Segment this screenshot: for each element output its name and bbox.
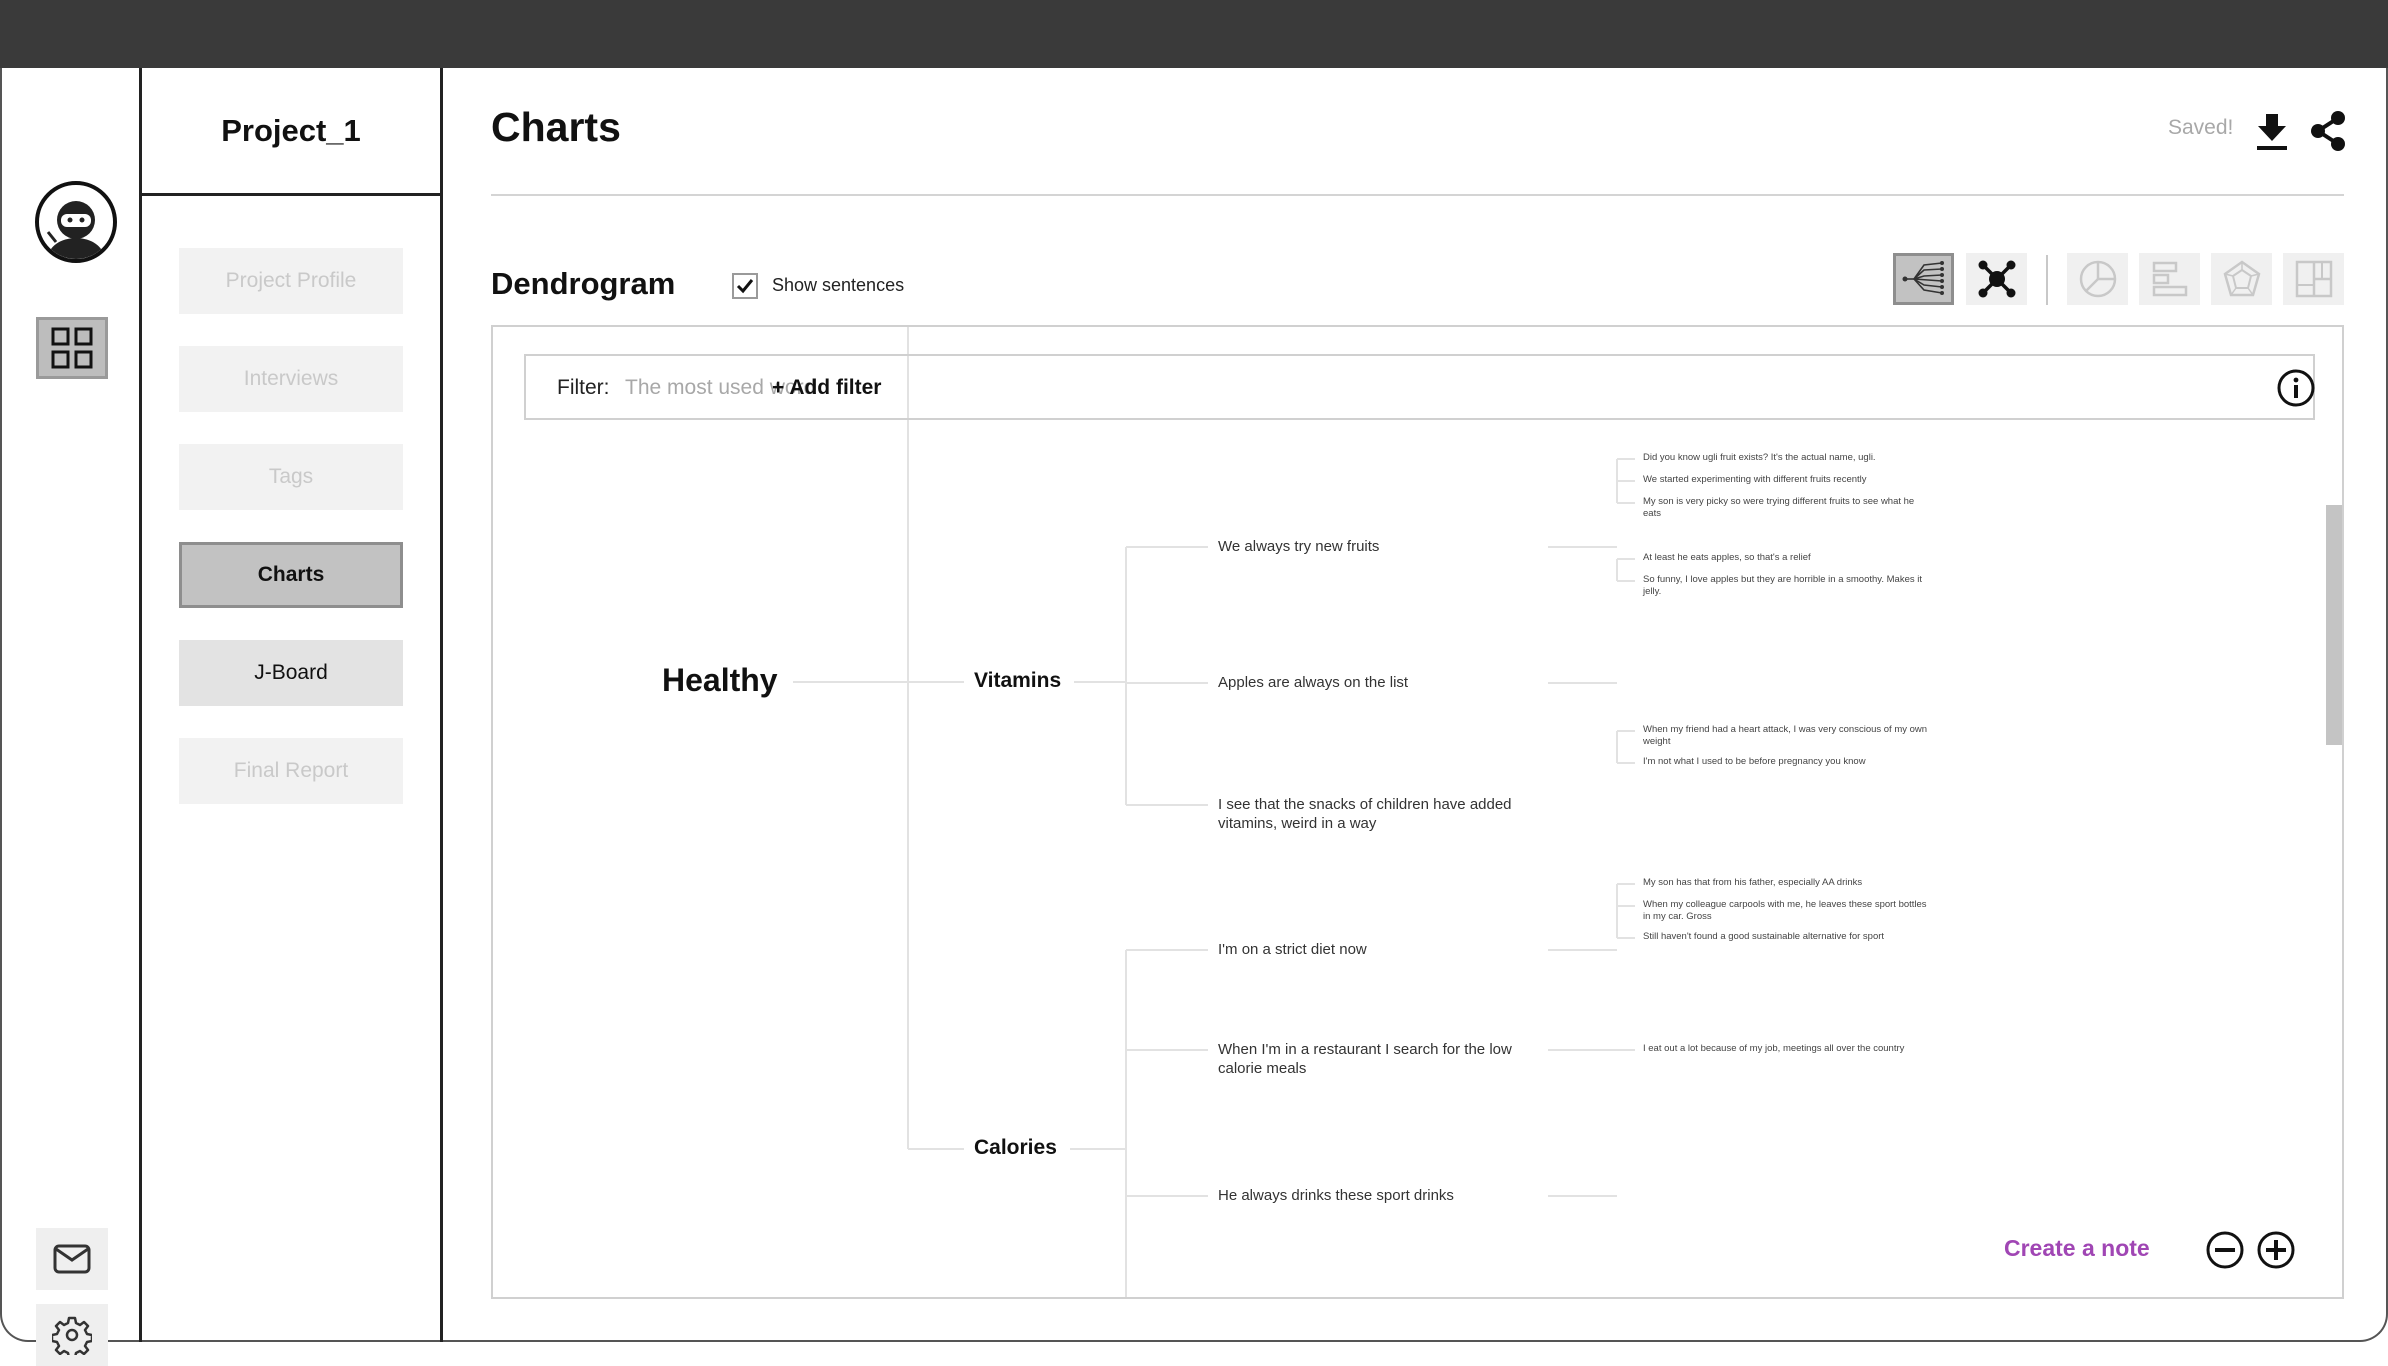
header-divider (491, 194, 2344, 196)
info-icon (2277, 369, 2315, 407)
mail-icon (53, 1244, 91, 1274)
grid-icon (51, 327, 93, 369)
dendrogram-sentence-node[interactable]: I see that the snacks of children have a… (1218, 795, 1548, 833)
dashboard-button[interactable] (36, 317, 108, 379)
pie-chart-icon (2079, 260, 2116, 298)
ninja-avatar-icon[interactable] (34, 180, 118, 264)
radar-chart-icon (2223, 260, 2260, 297)
dendrogram-category-node[interactable]: Vitamins (974, 669, 1062, 693)
nav-item-tags[interactable]: Tags (179, 444, 403, 510)
chart-type-network-button[interactable] (1966, 253, 2027, 305)
dendrogram-sentence-node[interactable]: We always try new fruits (1218, 537, 1548, 556)
gear-icon (52, 1316, 92, 1355)
dendrogram-root-node[interactable]: Healthy (662, 662, 778, 699)
nav-item-charts[interactable]: Charts (179, 542, 403, 608)
zoom-out-button[interactable] (2205, 1230, 2245, 1270)
bar-chart-icon (2152, 261, 2187, 297)
checkmark-icon (736, 279, 754, 294)
share-button[interactable] (2310, 110, 2346, 152)
zoom-in-button[interactable] (2256, 1230, 2296, 1270)
nav-item-project-profile[interactable]: Project Profile (179, 248, 403, 314)
show-sentences-label[interactable]: Show sentences (772, 275, 904, 296)
dendrogram-leaf-node[interactable]: So funny, I love apples but they are hor… (1643, 574, 1933, 598)
dendrogram-leaf-node[interactable]: My son is very picky so were trying diff… (1643, 496, 1933, 520)
save-status: Saved! (2168, 116, 2234, 139)
dendrogram-leaf-node[interactable]: Did you know ugli fruit exists? It's the… (1643, 452, 1933, 464)
project-sidebar: Project_1 Project Profile Interviews Tag… (142, 68, 443, 1342)
add-filter-button[interactable]: + Add filter (772, 376, 881, 400)
download-button[interactable] (2254, 112, 2290, 152)
filter-bar: Filter: The most used word + Add filter (524, 354, 2315, 420)
info-button[interactable] (2276, 368, 2316, 408)
dendrogram-category-node[interactable]: Calories (974, 1136, 1057, 1160)
dendrogram-leaf-node[interactable]: When my friend had a heart attack, I was… (1643, 724, 1933, 748)
chart-type-pie-button[interactable] (2067, 253, 2128, 305)
chart-type-bar-button[interactable] (2139, 253, 2200, 305)
share-icon (2311, 111, 2345, 151)
download-icon (2257, 114, 2287, 150)
dendrogram-leaf-node[interactable]: We started experimenting with different … (1643, 474, 1933, 486)
project-name: Project_1 (142, 68, 440, 196)
network-icon (1978, 260, 2015, 298)
dendrogram-leaf-node[interactable]: My son has that from his father, especia… (1643, 877, 1933, 889)
dendrogram-leaf-node[interactable]: When my colleague carpools with me, he l… (1643, 899, 1933, 923)
create-note-button[interactable]: Create a note (2004, 1235, 2150, 1262)
show-sentences-checkbox[interactable] (732, 273, 758, 299)
dendrogram-sentence-node[interactable]: When I'm in a restaurant I search for th… (1218, 1040, 1548, 1078)
dendrogram-leaf-node[interactable]: I eat out a lot because of my job, meeti… (1643, 1043, 1933, 1055)
filter-label: Filter: (557, 376, 610, 399)
dendrogram-leaf-node[interactable]: Still haven't found a good sustainable a… (1643, 931, 1933, 943)
dendrogram-leaf-node[interactable]: At least he eats apples, so that's a rel… (1643, 552, 1933, 564)
dendrogram-sentence-node[interactable]: He always drinks these sport drinks (1218, 1186, 1548, 1205)
nav-item-final-report[interactable]: Final Report (179, 738, 403, 804)
chart-type-radar-button[interactable] (2211, 253, 2272, 305)
mail-button[interactable] (36, 1228, 108, 1290)
chart-type-treemap-button[interactable] (2283, 253, 2344, 305)
zoom-out-icon (2206, 1231, 2244, 1269)
settings-button[interactable] (36, 1304, 108, 1366)
treemap-icon (2295, 260, 2332, 298)
window-title-bar (0, 0, 2388, 68)
nav-item-interviews[interactable]: Interviews (179, 346, 403, 412)
dendrogram-leaf-node[interactable]: I'm not what I used to be before pregnan… (1643, 756, 1933, 768)
dendrogram-icon (1902, 261, 1944, 295)
chart-scrollbar-thumb[interactable] (2326, 505, 2342, 745)
dendrogram-sentence-node[interactable]: I'm on a strict diet now (1218, 940, 1548, 959)
chart-panel: Filter: The most used word + Add filter … (491, 325, 2344, 1299)
icon-rail (0, 68, 142, 1366)
chart-type-dendrogram-button[interactable] (1893, 253, 1954, 305)
zoom-in-icon (2257, 1231, 2295, 1269)
dendrogram-sentence-node[interactable]: Apples are always on the list (1218, 673, 1548, 692)
chart-title: Dendrogram (491, 266, 676, 301)
page-title: Charts (491, 104, 621, 150)
toolbar-separator (2046, 255, 2048, 305)
nav-item-j-board[interactable]: J-Board (179, 640, 403, 706)
